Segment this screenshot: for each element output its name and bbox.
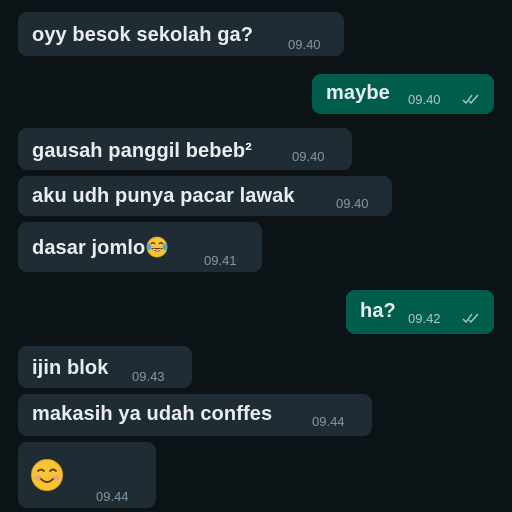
message-text: aku udh punya pacar lawak xyxy=(32,185,295,207)
message-bubble-outgoing[interactable]: ha? 09.42 xyxy=(346,290,494,334)
message-text: ha? xyxy=(360,300,396,322)
message-bubble-incoming[interactable]: 09.44 xyxy=(18,442,156,508)
message-bubble-incoming[interactable]: dasar jomlo 09.41 xyxy=(18,222,262,272)
message-timestamp: 09.44 xyxy=(96,489,129,504)
message-bubble-outgoing[interactable]: maybe 09.40 xyxy=(312,74,494,114)
message-timestamp: 09.40 xyxy=(288,37,321,52)
double-check-icon xyxy=(462,313,479,324)
message-bubble-incoming[interactable]: aku udh punya pacar lawak 09.40 xyxy=(18,176,392,216)
message-bubble-incoming[interactable]: ijin blok 09.43 xyxy=(18,346,192,388)
message-timestamp: 09.42 xyxy=(408,311,441,326)
message-text: ijin blok xyxy=(32,357,109,379)
message-timestamp: 09.40 xyxy=(408,92,441,107)
message-timestamp: 09.40 xyxy=(292,149,325,164)
message-text: dasar jomlo xyxy=(32,236,168,258)
message-timestamp: 09.40 xyxy=(336,196,369,211)
message-timestamp: 09.43 xyxy=(132,369,165,384)
message-text: makasih ya udah conffes xyxy=(32,403,273,425)
message-bubble-incoming[interactable]: makasih ya udah conffes 09.44 xyxy=(18,394,372,436)
tears-of-joy-emoji xyxy=(146,236,168,258)
chat-area: oyy besok sekolah ga? 09.40 maybe 09.40 … xyxy=(0,0,512,512)
message-bubble-incoming[interactable]: oyy besok sekolah ga? 09.40 xyxy=(18,12,344,56)
message-timestamp: 09.41 xyxy=(204,253,237,268)
message-text: maybe xyxy=(326,82,390,104)
message-timestamp: 09.44 xyxy=(312,414,345,429)
double-check-icon xyxy=(462,94,479,105)
message-text: oyy besok sekolah ga? xyxy=(32,24,254,46)
message-bubble-incoming[interactable]: gausah panggil bebeb² 09.40 xyxy=(18,128,352,170)
smiling-face-emoji xyxy=(31,459,63,491)
message-text: gausah panggil bebeb² xyxy=(32,140,252,162)
message-text-content: dasar jomlo xyxy=(32,237,146,259)
